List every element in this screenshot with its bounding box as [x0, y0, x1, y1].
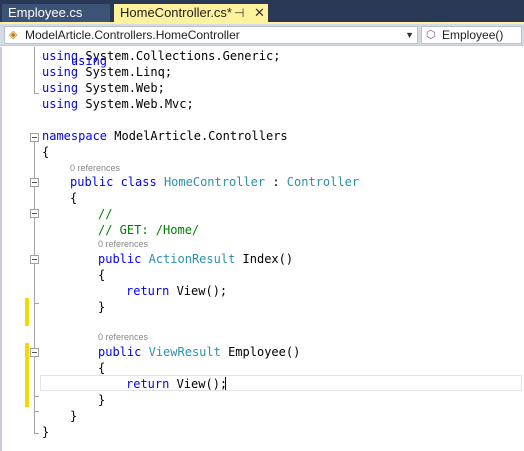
member-dropdown[interactable]: ⬡ Employee(): [421, 26, 522, 44]
change-indicator: [25, 298, 29, 326]
code-keyword: using: [42, 49, 79, 63]
code-line-comment: //: [98, 207, 113, 221]
code-text: System.Web.Mvc;: [78, 97, 194, 111]
outline-guide: [34, 303, 39, 304]
collapse-class-icon[interactable]: [30, 178, 39, 187]
code-text: System.Web;: [78, 81, 165, 95]
code-text: System.Linq;: [78, 65, 173, 79]
code-line-brace: }: [98, 300, 106, 314]
code-line-method-signature: public ActionResult Index(): [98, 251, 293, 267]
type-dropdown-value: ModelArticle.Controllers.HomeController: [25, 28, 240, 42]
code-line-using: using System.Collections.Generic;: [42, 48, 280, 64]
collapse-comment-icon[interactable]: [30, 209, 39, 218]
code-line-class: public class HomeController : Controller: [70, 174, 359, 190]
code-line-return: return View();: [126, 376, 227, 392]
code-type: ViewResult: [148, 345, 221, 359]
document-tab-strip: Employee.cs HomeController.cs* ⊣ ✕: [0, 0, 524, 22]
code-text: View();: [169, 284, 228, 298]
code-line-brace: {: [98, 361, 106, 375]
code-editor[interactable]: using using System.Collections.Generic; …: [0, 47, 524, 451]
code-text: ModelArticle.Controllers: [107, 129, 288, 143]
code-lens-references[interactable]: 0 references: [98, 331, 148, 343]
code-text: Employee(): [220, 345, 301, 359]
code-keyword: public: [98, 252, 142, 266]
close-icon[interactable]: ✕: [254, 4, 265, 22]
collapse-namespace-icon[interactable]: [30, 133, 39, 142]
outline-guide: [34, 47, 35, 93]
code-text: View();: [169, 377, 228, 391]
code-text: Index(): [235, 252, 294, 266]
outline-guide: [34, 411, 39, 412]
code-keyword: namespace: [42, 129, 108, 143]
outline-guide: [34, 396, 39, 397]
method-icon: ⬡: [426, 29, 436, 41]
code-line-brace: }: [42, 425, 50, 439]
code-keyword: return: [126, 284, 170, 298]
type-dropdown[interactable]: ◈ ModelArticle.Controllers.HomeControlle…: [4, 26, 418, 44]
code-keyword: return: [126, 377, 170, 391]
code-line-brace: {: [70, 191, 78, 205]
tab-label: HomeController.cs*: [120, 5, 232, 20]
code-type: Controller: [286, 175, 360, 189]
code-keyword: public: [98, 345, 142, 359]
pin-icon[interactable]: ⊣: [234, 4, 244, 22]
tab-homecontroller-cs[interactable]: HomeController.cs* ⊣ ✕: [114, 4, 268, 22]
tab-label: Employee.cs: [8, 5, 83, 20]
navigation-bar: ◈ ModelArticle.Controllers.HomeControlle…: [0, 24, 524, 46]
code-line-brace: }: [70, 409, 78, 423]
code-line-brace: {: [42, 145, 50, 159]
class-icon: ◈: [9, 29, 18, 41]
code-keyword: public: [70, 175, 114, 189]
code-keyword: using: [42, 65, 79, 79]
code-type: ActionResult: [148, 252, 236, 266]
collapse-method-employee-icon[interactable]: [30, 348, 39, 357]
code-line-comment: // GET: /Home/: [98, 223, 200, 237]
current-line-highlight: [40, 375, 522, 391]
code-line-method-signature: public ViewResult Employee(): [98, 344, 300, 360]
code-lens-references[interactable]: 0 references: [70, 162, 120, 174]
editor-left-border: [0, 47, 2, 451]
code-line-brace: }: [98, 393, 106, 407]
outline-guide: [34, 93, 39, 94]
code-line-namespace: namespace ModelArticle.Controllers: [42, 128, 288, 144]
member-dropdown-value: Employee(): [442, 28, 504, 42]
code-text: System.Collections.Generic;: [78, 49, 281, 63]
change-indicator: [25, 343, 29, 407]
code-line-using: using System.Linq;: [42, 64, 172, 80]
chevron-down-icon[interactable]: ▼: [405, 27, 414, 43]
code-line-using: using System.Web;: [42, 80, 165, 96]
code-keyword: using: [42, 97, 79, 111]
code-line-brace: {: [98, 268, 106, 282]
outline-guide: [34, 433, 39, 434]
tab-employee-cs[interactable]: Employee.cs: [2, 4, 110, 22]
code-line-using: using System.Web.Mvc;: [42, 96, 194, 112]
collapse-method-index-icon[interactable]: [30, 255, 39, 264]
code-line-return: return View();: [126, 283, 227, 299]
code-text: :: [265, 175, 287, 189]
code-lens-references[interactable]: 0 references: [98, 238, 148, 250]
code-type: HomeController: [163, 175, 266, 189]
code-keyword: using: [42, 81, 79, 95]
code-keyword: class: [113, 175, 157, 189]
